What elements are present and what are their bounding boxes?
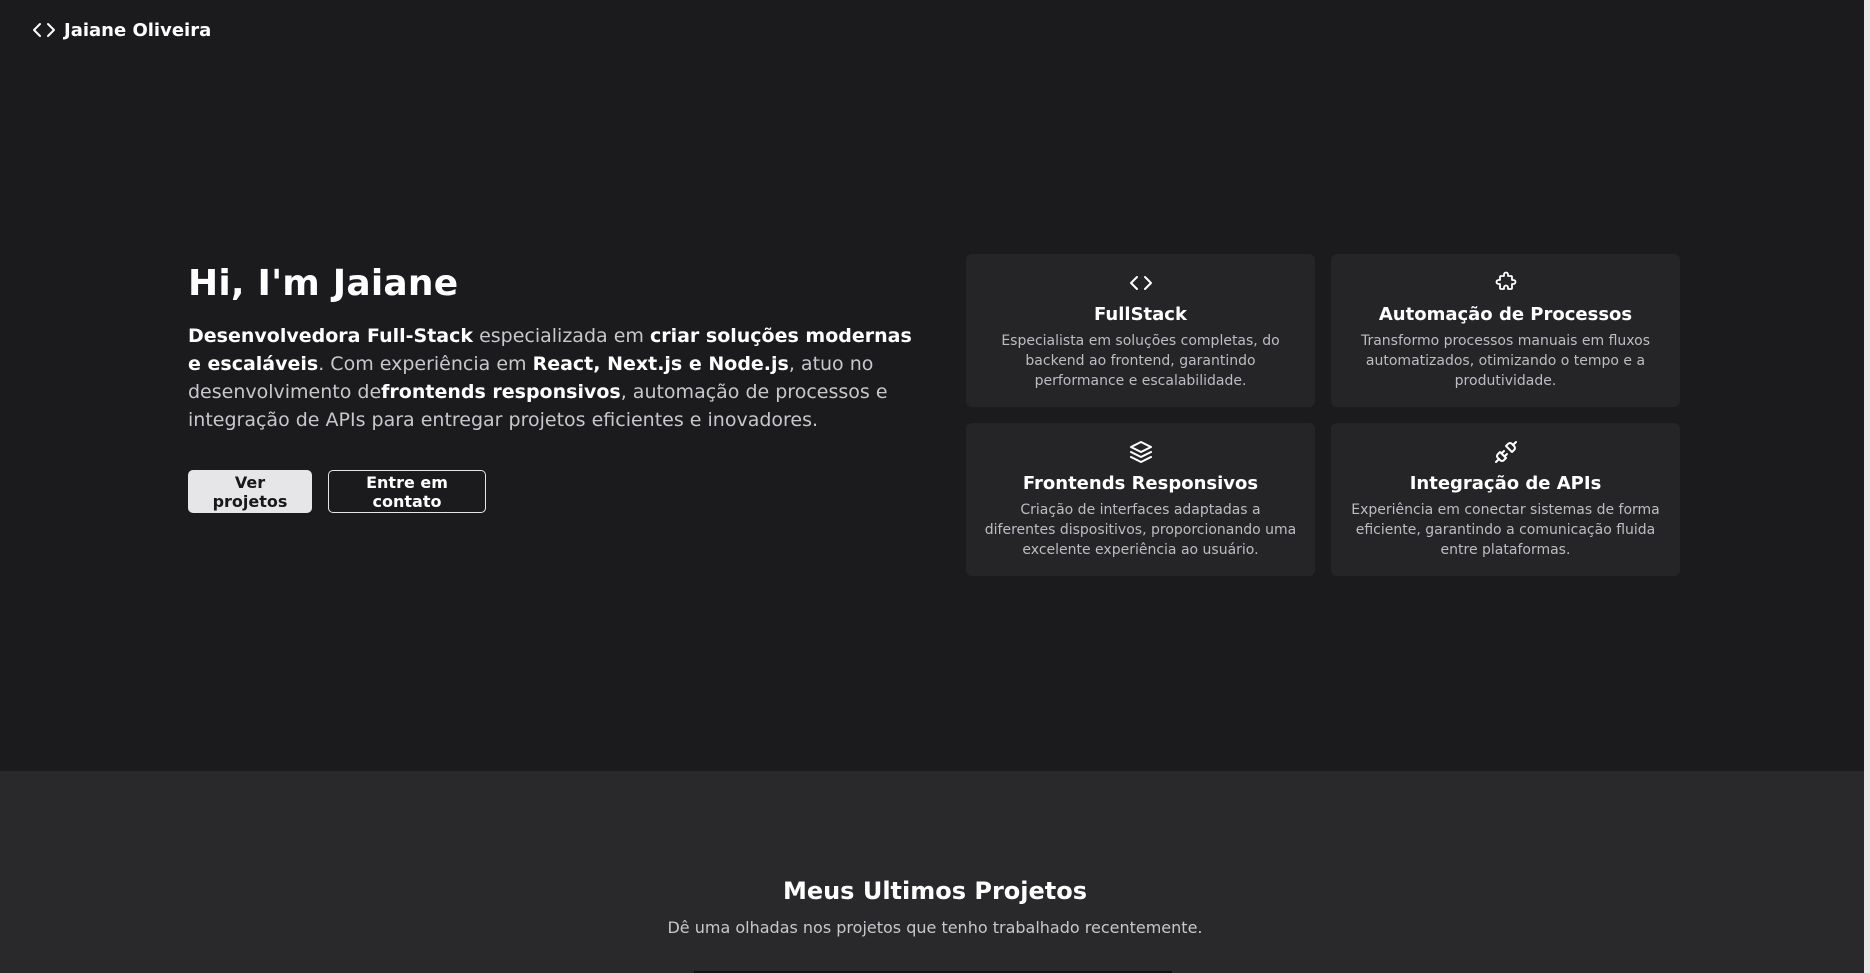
card-apis: Integração de APIs Experiência em conect… (1331, 423, 1680, 576)
card-text: Experiência em conectar sistemas de form… (1351, 502, 1660, 558)
brand-name: Jaiane Oliveira (64, 19, 212, 41)
contact-button[interactable]: Entre em contato (328, 470, 486, 513)
projects-section: Meus Ultimos Projetos Dê uma olhadas nos… (0, 771, 1870, 973)
intro: Hi, I'm Jaiane Desenvolvedora Full-Stack… (188, 263, 918, 434)
card-title: Frontends Responsivos (1022, 473, 1259, 494)
code-brackets-icon (32, 18, 56, 42)
layers-icon (984, 439, 1297, 465)
puzzle-icon (1349, 270, 1662, 296)
highlight-frontends: frontends responsivos (381, 381, 621, 403)
page: Jaiane Oliveira Hi, I'm Jaiane Desenvolv… (0, 0, 1870, 973)
projects-subtitle: Dê uma olhadas nos projetos que tenho tr… (667, 918, 1203, 937)
card-fullstack: FullStack Especialista em soluções compl… (966, 254, 1315, 407)
card-text: Transformo processos manuais em fluxos a… (1360, 333, 1651, 389)
highlight-stack: React, Next.js e Node.js (532, 353, 789, 375)
code-icon (984, 270, 1297, 296)
hero-section: Jaiane Oliveira Hi, I'm Jaiane Desenvolv… (0, 0, 1870, 771)
hero-title: Hi, I'm Jaiane (188, 263, 459, 304)
description-text: especializada em (473, 325, 650, 347)
description-text: . Com experiência em (318, 353, 533, 375)
scrollbar-thumb[interactable] (1864, 0, 1870, 973)
view-projects-button[interactable]: Ver projetos (188, 470, 312, 513)
card-automation: Automação de Processos Transformo proces… (1331, 254, 1680, 407)
card-text: Criação de interfaces adaptadas a difere… (984, 502, 1297, 558)
site-header[interactable]: Jaiane Oliveira (32, 18, 211, 42)
scrollbar[interactable] (1864, 0, 1870, 973)
hero-description: Desenvolvedora Full-Stack especializada … (188, 322, 918, 434)
plug-icon (1349, 439, 1662, 465)
hero-actions: Ver projetos Entre em contato (188, 470, 486, 513)
highlight-role: Desenvolvedora Full-Stack (188, 325, 474, 347)
card-text: Especialista em soluções completas, do b… (1001, 333, 1280, 389)
card-title: FullStack (1094, 304, 1187, 325)
card-title: Automação de Processos (1378, 304, 1633, 325)
card-title: Integração de APIs (1409, 473, 1602, 494)
projects-title: Meus Ultimos Projetos (782, 877, 1088, 905)
skills-cards: FullStack Especialista em soluções compl… (966, 254, 1681, 576)
card-responsive: Frontends Responsivos Criação de interfa… (966, 423, 1315, 576)
